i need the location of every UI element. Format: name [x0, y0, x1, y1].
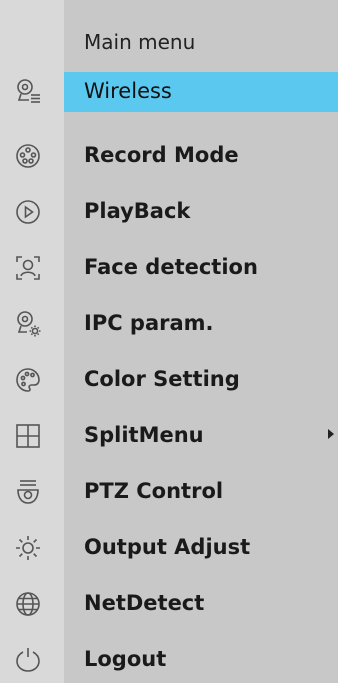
menu-item-splitmenu[interactable]: SplitMenu	[0, 416, 338, 456]
menu-item-ipc-param[interactable]: IPC param.	[0, 304, 338, 344]
menu-item-playback[interactable]: PlayBack	[0, 192, 338, 232]
power-icon	[14, 646, 42, 674]
menu-item-label: PlayBack	[84, 199, 191, 223]
menu-item-label: Record Mode	[84, 143, 239, 167]
menu-item-label: Wireless	[84, 79, 172, 103]
submenu-arrow-icon	[328, 429, 334, 439]
main-menu: Main menu Wireless Record Mode PlayBack …	[0, 0, 338, 683]
play-circle-icon	[14, 198, 42, 226]
menu-item-wireless[interactable]: Wireless	[0, 72, 338, 112]
menu-item-label: Output Adjust	[84, 535, 251, 559]
camera-list-icon	[14, 78, 42, 106]
menu-item-output-adjust[interactable]: Output Adjust	[0, 528, 338, 568]
menu-item-label: Color Setting	[84, 367, 240, 391]
menu-item-color-setting[interactable]: Color Setting	[0, 360, 338, 400]
menu-item-netdetect[interactable]: NetDetect	[0, 584, 338, 624]
menu-item-face-detection[interactable]: Face detection	[0, 248, 338, 288]
menu-item-label: SplitMenu	[84, 423, 204, 447]
globe-icon	[14, 590, 42, 618]
menu-item-label: Face detection	[84, 255, 258, 279]
camera-settings-icon	[14, 310, 42, 338]
menu-item-label: PTZ Control	[84, 479, 224, 503]
menu-item-logout[interactable]: Logout	[0, 640, 338, 680]
menu-item-label: IPC param.	[84, 311, 214, 335]
menu-item-record-mode[interactable]: Record Mode	[0, 136, 338, 176]
menu-item-label: Logout	[84, 647, 167, 671]
menu-item-ptz-control[interactable]: PTZ Control	[0, 472, 338, 512]
grid-split-icon	[14, 422, 42, 450]
menu-title: Main menu	[84, 30, 196, 54]
ptz-camera-icon	[14, 478, 42, 506]
palette-icon	[14, 366, 42, 394]
brightness-icon	[14, 534, 42, 562]
face-detection-icon	[14, 254, 42, 282]
film-reel-icon	[14, 142, 42, 170]
menu-item-label: NetDetect	[84, 591, 205, 615]
